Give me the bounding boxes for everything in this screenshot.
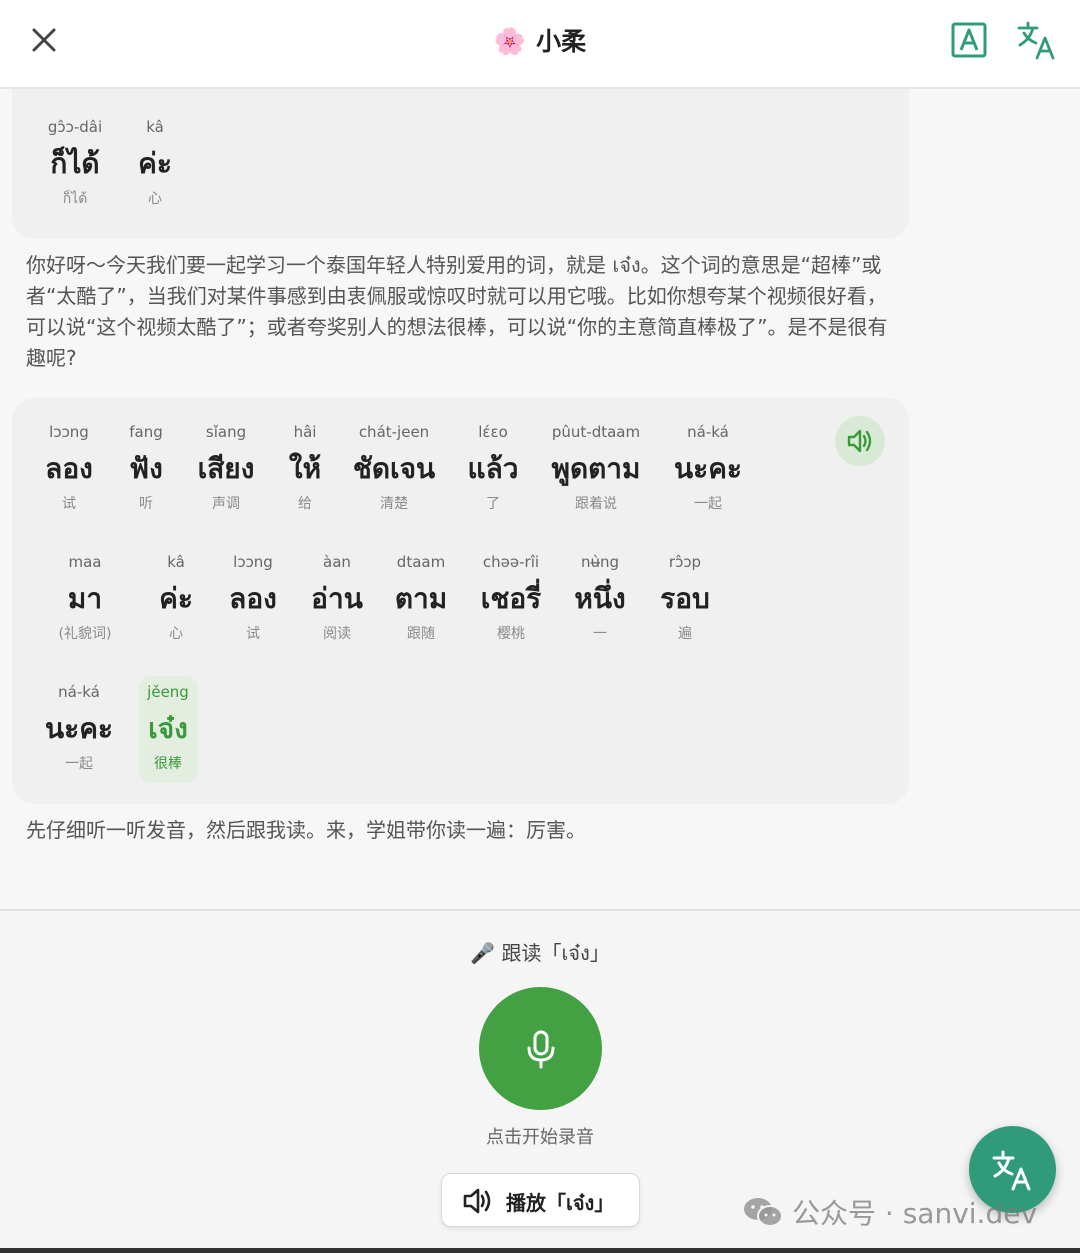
word-meaning: 很棒 (154, 756, 182, 772)
word-meaning: 跟着说 (575, 496, 617, 512)
word-romanization: jěeng (147, 683, 189, 701)
page-title: 🌸 小柔 (0, 22, 1080, 58)
word-romanization: lɛ́ɛo (478, 423, 508, 441)
word-thai: ค่ะ (138, 147, 172, 180)
follow-read-label: 🎤 跟读「เจ๋ง」 (470, 941, 610, 965)
tutor-instruction: 先仔细听一听发音，然后跟我读。来，学姐带你读一遍：厉害。 (26, 818, 586, 842)
word-item[interactable]: ná-ká นะคะ 一起 (648, 421, 768, 515)
page-title-text: 小柔 (536, 27, 587, 56)
translate-icon (992, 1150, 1031, 1191)
record-button[interactable] (479, 987, 602, 1110)
word-meaning: 一起 (694, 496, 722, 512)
word-meaning: 遍 (678, 626, 692, 642)
word-item[interactable]: pûut-dtaam พูดตาม 跟着说 (536, 421, 656, 515)
word-thai: เจ๋ง (148, 712, 188, 745)
speaker-icon (463, 1188, 491, 1214)
word-item[interactable]: kâ ค่ะ 心 (95, 116, 215, 210)
translate-icon (1017, 21, 1055, 60)
word-romanization: kâ (146, 118, 164, 136)
play-word-button[interactable]: 播放「เจ๋ง」 (441, 1173, 640, 1227)
word-thai: นะคะ (674, 452, 742, 485)
word-thai: รอบ (660, 582, 710, 615)
word-thai: พูดตาม (551, 452, 641, 485)
word-romanization: pûut-dtaam (551, 423, 641, 441)
word-meaning: 心 (148, 191, 162, 207)
word-romanization: ná-ká (687, 423, 729, 441)
text-mode-button[interactable] (948, 19, 990, 61)
translate-button[interactable] (1016, 19, 1058, 61)
wechat-icon (744, 1198, 783, 1227)
record-hint: 点击开始录音 (486, 1127, 594, 1148)
word-thai: แล้ว (467, 452, 519, 485)
word-romanization: rɔ̂ɔp (668, 553, 702, 571)
word-meaning: 了 (486, 496, 500, 512)
flower-icon: 🌸 (493, 27, 527, 57)
play-word-label: 播放「เจ๋ง」 (506, 1191, 615, 1215)
watermark-text: 公众号 · sanvi.dev (792, 1197, 1038, 1230)
word-item[interactable]: rɔ̂ɔp รอบ 遍 (625, 551, 745, 645)
tutor-message: 你好呀～今天我们要一起学习一个泰国年轻人特别爱用的词，就是 เจ๋ง。这个词的意… (26, 253, 888, 370)
speaker-icon (847, 429, 872, 453)
word-item[interactable]: lɛ́ɛo แล้ว 了 (433, 421, 553, 515)
microphone-icon (527, 1030, 555, 1069)
sentence-play-button[interactable] (835, 416, 885, 466)
letter-a-icon (951, 22, 987, 58)
top-bar: 🌸 小柔 (0, 0, 1080, 89)
bottom-edge (0, 1248, 1080, 1253)
target-word[interactable]: jěeng เจ๋ง 很棒 (108, 681, 228, 775)
